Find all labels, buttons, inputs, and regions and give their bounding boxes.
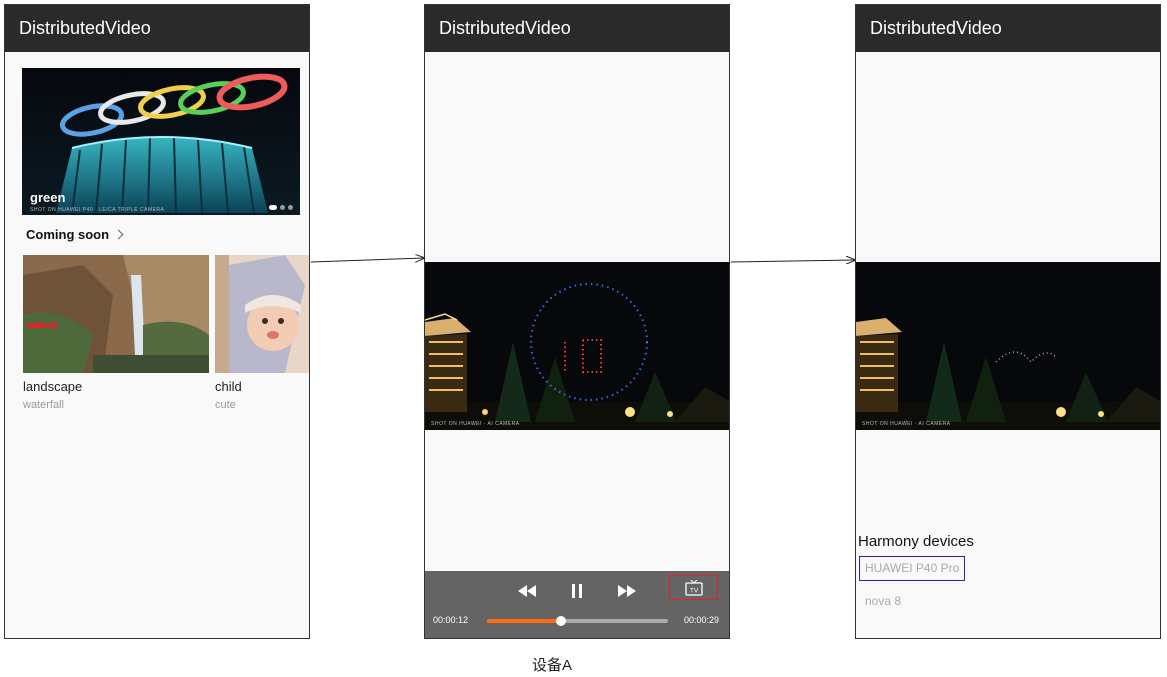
device-caption: 设备A [532,657,573,674]
app-title: DistributedVideo [870,18,1002,38]
banner-title: green [30,190,66,205]
progress-slider[interactable] [487,616,668,626]
card-subtitle: cute [215,399,236,411]
video-player[interactable]: SHOT ON HUAWEI · AI CAMERA [856,262,1160,430]
card-title: landscape [23,379,83,394]
progress-fill [487,619,562,623]
current-time: 00:00:12 [433,615,469,625]
chevron-right-icon [113,229,124,240]
device-option-nova-8[interactable]: nova 8 [859,589,907,614]
video-watermark: SHOT ON HUAWEI · AI CAMERA [431,421,520,427]
video-card-landscape[interactable]: landscape waterfall [23,255,209,411]
carousel-dot[interactable] [280,205,285,210]
app-title: DistributedVideo [439,18,571,38]
pause-icon [572,584,582,598]
video-watermark: SHOT ON HUAWEI · AI CAMERA [862,421,951,427]
app-title: DistributedVideo [19,18,151,38]
banner-watermark: SHOT ON HUAWEI P40 · LEICA TRIPLE CAMERA [30,207,165,213]
carousel-indicator[interactable] [269,205,293,210]
phone-player-screen: DistributedVideo SHOT ON HUAWEI · AI CAM… [424,4,730,639]
pause-button[interactable] [565,579,589,603]
fast-forward-icon [618,585,636,597]
cast-to-tv-button[interactable]: TV [669,575,718,600]
fast-forward-button[interactable] [615,579,639,603]
device-option-huawei-p40-pro[interactable]: HUAWEI P40 Pro [859,556,966,581]
video-frame [425,262,729,430]
progress-thumb[interactable] [556,616,567,626]
carousel-dot[interactable] [288,205,293,210]
player-controls: TV 00:00:12 00:00:29 [425,571,729,638]
rewind-icon [518,585,536,597]
arrow-2-to-3 [730,260,855,262]
carousel-dot[interactable] [269,205,277,210]
section-title: Coming soon [26,227,110,242]
tv-icon-label: TV [689,587,698,594]
phone-device-select-screen: DistributedVideo SHOT ON HUAWEI · AI CAM… [855,4,1161,639]
banner-carousel[interactable]: green SHOT ON HUAWEI P40 · LEICA TRIPLE … [22,68,300,215]
app-title-bar: DistributedVideo [425,5,729,52]
video-frame [856,262,1160,430]
app-title-bar: DistributedVideo [5,5,309,52]
video-card-child[interactable]: child cute [215,255,309,411]
devices-title: Harmony devices [858,533,974,550]
app-title-bar: DistributedVideo [856,5,1160,52]
rewind-button[interactable] [515,579,539,603]
tv-icon: TV [684,579,703,596]
phone-home-screen: DistributedVideo green SHOT ON HUAWEI P4… [4,4,310,639]
video-player[interactable]: SHOT ON HUAWEI · AI CAMERA [425,262,729,430]
arrow-1-to-2 [310,258,424,263]
card-thumbnail [215,255,309,373]
card-thumbnail [23,255,209,373]
total-time: 00:00:29 [683,615,719,625]
card-subtitle: waterfall [23,399,64,411]
card-title: child [215,379,242,394]
coming-soon-header[interactable]: Coming soon [26,227,124,242]
